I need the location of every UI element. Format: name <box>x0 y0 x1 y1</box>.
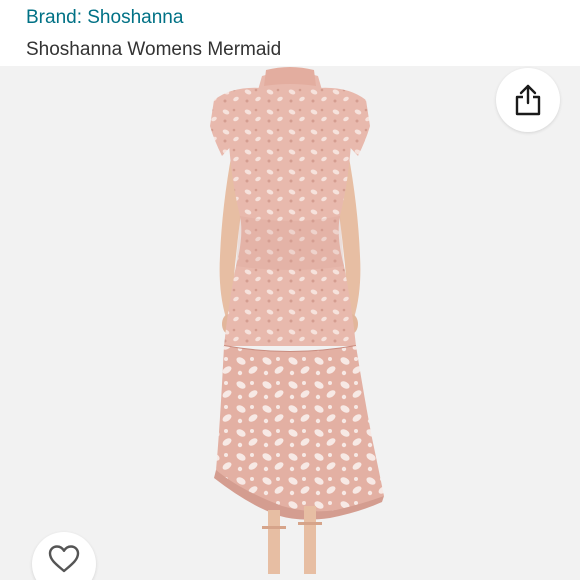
share-button[interactable] <box>496 68 560 132</box>
product-image-area[interactable] <box>0 66 580 580</box>
product-image[interactable] <box>0 66 580 580</box>
brand-link[interactable]: Brand: Shoshanna <box>26 6 183 30</box>
product-title: Shoshanna Womens Mermaid <box>26 39 282 60</box>
product-header: Brand: Shoshanna Shoshanna Womens Mermai… <box>0 0 580 66</box>
heart-outline-icon <box>48 545 80 573</box>
share-icon <box>515 84 541 116</box>
